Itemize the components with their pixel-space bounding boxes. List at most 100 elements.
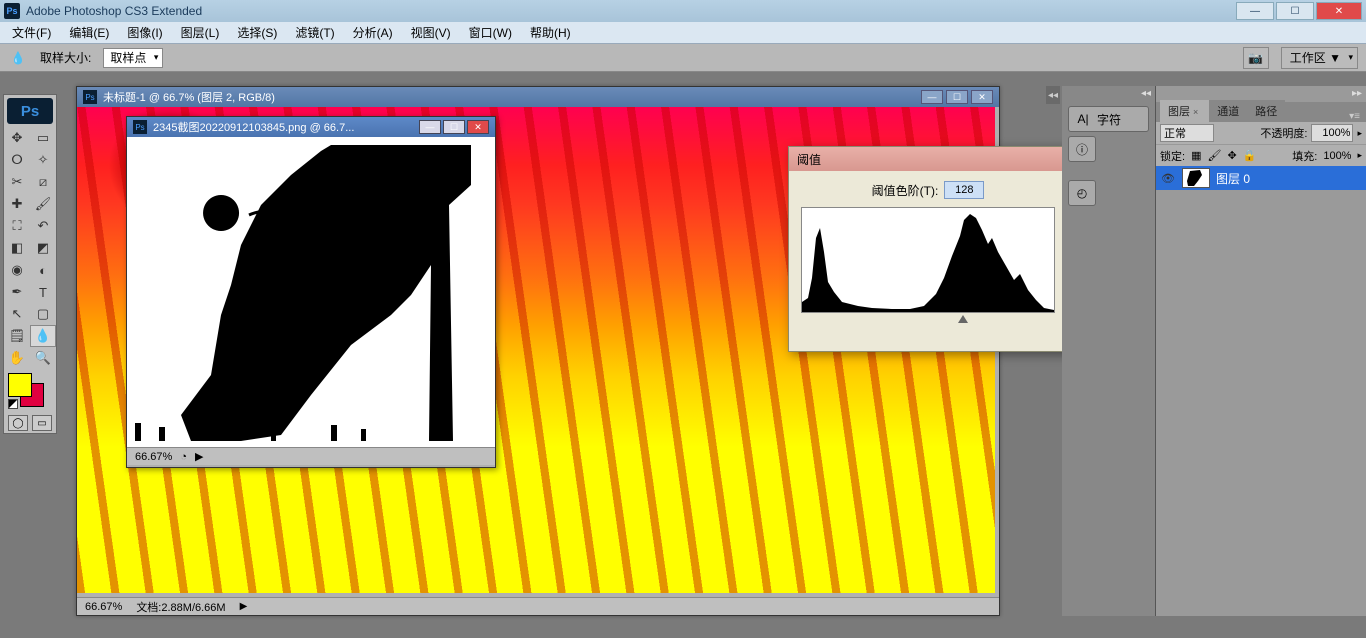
ps-logo: Ps — [7, 98, 53, 124]
document-title: 未标题-1 @ 66.7% (图层 2, RGB/8) — [103, 89, 275, 105]
menu-window[interactable]: 窗口(W) — [461, 22, 520, 43]
path-tool[interactable]: ↖ — [4, 303, 30, 325]
bridge-icon[interactable]: 📷 — [1243, 47, 1269, 69]
zoom-tool[interactable]: 🔍 — [30, 347, 56, 369]
history-panel-button[interactable]: ◴ — [1068, 180, 1096, 206]
lasso-tool[interactable]: ⵔ — [4, 149, 30, 171]
doc2-arrow-icon[interactable]: ▶ — [195, 450, 203, 463]
document2-titlebar[interactable]: Ps 2345截图20220912103845.png @ 66.7... — … — [127, 117, 495, 137]
doc2-maximize-button[interactable]: ☐ — [443, 120, 465, 134]
doc2-status-icon[interactable]: ◔ — [180, 451, 187, 463]
doc2-zoom-level[interactable]: 66.67% — [135, 451, 172, 463]
menu-filter[interactable]: 滤镜(T) — [287, 22, 342, 43]
document-titlebar[interactable]: Ps 未标题-1 @ 66.7% (图层 2, RGB/8) — ☐ ✕ — [77, 87, 999, 107]
visibility-icon[interactable]: 👁 — [1160, 170, 1176, 186]
opacity-input[interactable]: 100% — [1311, 124, 1353, 142]
tab-paths[interactable]: 路径 — [1247, 100, 1285, 122]
menu-image[interactable]: 图像(I) — [119, 22, 170, 43]
window-controls: — ☐ ✕ — [1236, 2, 1362, 20]
lock-position-icon[interactable]: ✥ — [1227, 149, 1236, 162]
menu-edit[interactable]: 编辑(E) — [61, 22, 117, 43]
document-window-secondary: Ps 2345截图20220912103845.png @ 66.7... — … — [126, 116, 496, 468]
magic-wand-tool[interactable]: ✧ — [30, 149, 56, 171]
heal-tool[interactable]: ✚ — [4, 193, 30, 215]
history-icon: ◴ — [1075, 185, 1089, 201]
statusbar-arrow-icon[interactable]: ▶ — [240, 601, 248, 612]
ps-doc-icon: Ps — [133, 120, 147, 134]
default-colors-icon[interactable] — [8, 399, 18, 409]
fill-arrow-icon[interactable]: ▸ — [1357, 150, 1362, 161]
app-title: Adobe Photoshop CS3 Extended — [26, 4, 202, 18]
character-panel-button[interactable]: A| 字符 — [1068, 106, 1149, 132]
document2-canvas[interactable] — [127, 137, 495, 447]
layer-thumbnail[interactable] — [1182, 168, 1210, 188]
threshold-level-input[interactable] — [944, 181, 984, 199]
layer-list: 👁 图层 0 — [1156, 166, 1366, 190]
doc-minimize-button[interactable]: — — [921, 90, 943, 104]
marquee-tool[interactable]: ▭ — [30, 127, 56, 149]
minimize-button[interactable]: — — [1236, 2, 1274, 20]
doc-close-button[interactable]: ✕ — [971, 90, 993, 104]
menu-file[interactable]: 文件(F) — [4, 22, 59, 43]
workspace-dropdown[interactable]: 工作区 ▼ — [1281, 47, 1358, 69]
pen-tool[interactable]: ✒ — [4, 281, 30, 303]
dialog-title: 阈值 — [797, 151, 821, 168]
menu-select[interactable]: 选择(S) — [229, 22, 285, 43]
hand-tool[interactable]: ✋ — [4, 347, 30, 369]
layer-row[interactable]: 👁 图层 0 — [1156, 166, 1366, 190]
notes-tool[interactable]: 🗒 — [4, 325, 30, 347]
slice-tool[interactable]: ⧄ — [30, 171, 56, 193]
doc-info[interactable]: 文档:2.88M/6.66M — [136, 599, 225, 615]
sample-size-label: 取样大小: — [40, 49, 91, 66]
info-icon: ⓘ — [1075, 141, 1089, 157]
tab-close-icon[interactable]: × — [1190, 107, 1201, 117]
gradient-tool[interactable]: ◩ — [30, 237, 56, 259]
threshold-level-label: 阈值色阶(T): — [872, 182, 939, 199]
close-button[interactable]: ✕ — [1316, 2, 1362, 20]
doc2-minimize-button[interactable]: — — [419, 120, 441, 134]
tool-preset-icon[interactable]: 💧 — [8, 48, 28, 68]
eyedropper-tool[interactable]: 💧 — [30, 325, 56, 347]
menu-layer[interactable]: 图层(L) — [173, 22, 228, 43]
panel-menu-icon[interactable]: ▾≡ — [1343, 111, 1366, 122]
foreground-color[interactable] — [8, 373, 32, 397]
opacity-arrow-icon[interactable]: ▸ — [1357, 128, 1362, 139]
tab-channels[interactable]: 通道 — [1209, 100, 1247, 122]
fill-input[interactable]: 100% — [1323, 150, 1351, 162]
info-panel-button[interactable]: ⓘ — [1068, 136, 1096, 162]
dodge-tool[interactable]: ◐ — [30, 259, 56, 281]
crop-tool[interactable]: ✂ — [4, 171, 30, 193]
quickmask-button[interactable]: ◯ — [8, 415, 28, 431]
document2-statusbar: 66.67% ◔ ▶ — [127, 447, 495, 465]
brush-tool[interactable]: 🖌 — [30, 193, 56, 215]
threshold-slider[interactable] — [801, 315, 1055, 323]
layer-name[interactable]: 图层 0 — [1216, 170, 1250, 187]
color-swatches[interactable] — [6, 373, 54, 409]
lock-transparency-icon[interactable]: ▦ — [1191, 149, 1201, 162]
screenmode-button[interactable]: ▭ — [32, 415, 52, 431]
strip-collapse-icon[interactable]: ◂◂ — [1062, 86, 1155, 102]
menu-help[interactable]: 帮助(H) — [522, 22, 579, 43]
doc-maximize-button[interactable]: ☐ — [946, 90, 968, 104]
history-brush-tool[interactable]: ↶ — [30, 215, 56, 237]
shape-tool[interactable]: ▢ — [30, 303, 56, 325]
panel-tabs: 图层× 通道 路径 ▾≡ — [1156, 102, 1366, 122]
zoom-level[interactable]: 66.67% — [85, 601, 122, 613]
lock-paint-icon[interactable]: 🖌 — [1207, 149, 1221, 162]
eraser-tool[interactable]: ◧ — [4, 237, 30, 259]
type-tool[interactable]: T — [30, 281, 56, 303]
tab-layers[interactable]: 图层× — [1160, 100, 1209, 122]
maximize-button[interactable]: ☐ — [1276, 2, 1314, 20]
stamp-tool[interactable]: ⛶ — [4, 215, 30, 237]
menu-analysis[interactable]: 分析(A) — [345, 22, 401, 43]
document2-title: 2345截图20220912103845.png @ 66.7... — [153, 119, 354, 135]
menu-view[interactable]: 视图(V) — [403, 22, 459, 43]
lock-all-icon[interactable]: 🔒 — [1243, 149, 1257, 162]
dock-collapse-icon[interactable]: ◂◂ — [1046, 86, 1060, 104]
blend-mode-dropdown[interactable]: 正常 — [1160, 124, 1214, 142]
opacity-label: 不透明度: — [1260, 125, 1307, 141]
doc2-close-button[interactable]: ✕ — [467, 120, 489, 134]
move-tool[interactable]: ✥ — [4, 127, 30, 149]
sample-size-dropdown[interactable]: 取样点 — [103, 48, 163, 68]
blur-tool[interactable]: ◉ — [4, 259, 30, 281]
